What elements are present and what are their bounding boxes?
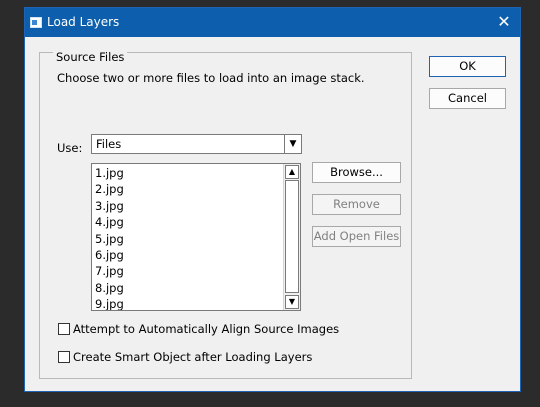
dialog-title: Load Layers	[47, 15, 120, 29]
file-list-item[interactable]: 6.jpg	[94, 247, 286, 263]
source-files-legend: Source Files	[53, 50, 128, 64]
source-files-hint: Choose two or more files to load into an…	[57, 71, 365, 85]
add-open-files-button[interactable]: Add Open Files	[312, 226, 401, 247]
auto-align-label[interactable]: Attempt to Automatically Align Source Im…	[73, 322, 339, 336]
smart-object-label[interactable]: Create Smart Object after Loading Layers	[73, 350, 312, 364]
smart-object-checkbox[interactable]	[58, 351, 70, 363]
file-list-item[interactable]: 7.jpg	[94, 263, 286, 279]
file-list-item[interactable]: 4.jpg	[94, 214, 286, 230]
scroll-down-arrow-icon[interactable]: ▼	[285, 295, 299, 309]
auto-align-checkbox[interactable]	[58, 323, 70, 335]
scroll-up-arrow-icon[interactable]: ▲	[285, 165, 299, 179]
chevron-down-icon[interactable]: ▼	[284, 135, 301, 153]
file-list-item[interactable]: 1.jpg	[94, 165, 286, 181]
use-dropdown-value: Files	[96, 137, 122, 151]
use-dropdown[interactable]: Files ▼	[91, 134, 302, 154]
file-list[interactable]: 1.jpg 2.jpg 3.jpg 4.jpg 5.jpg 6.jpg 7.jpg 8.jpg…	[91, 163, 301, 311]
file-list-item[interactable]: 3.jpg	[94, 198, 286, 214]
file-list-scrollbar[interactable]: ▲ ▼	[283, 164, 300, 310]
file-list-item[interactable]: 2.jpg	[94, 181, 286, 197]
use-label: Use:	[57, 141, 83, 155]
load-layers-dialog: Load Layers ✕ Source Files Choose two or…	[24, 7, 521, 392]
file-list-item[interactable]: 9.jpg	[94, 296, 286, 310]
ok-button[interactable]: OK	[429, 56, 506, 77]
file-list-item[interactable]: 5.jpg	[94, 231, 286, 247]
remove-button[interactable]: Remove	[312, 194, 401, 215]
scrollbar-thumb[interactable]	[285, 180, 299, 293]
file-list-items: 1.jpg 2.jpg 3.jpg 4.jpg 5.jpg 6.jpg 7.jpg 8.jpg…	[94, 165, 286, 310]
cancel-button[interactable]: Cancel	[429, 88, 506, 109]
browse-button[interactable]: Browse...	[312, 162, 401, 183]
title-bar[interactable]: Load Layers ✕	[25, 8, 520, 37]
file-list-item[interactable]: 8.jpg	[94, 280, 286, 296]
app-icon	[30, 17, 42, 28]
close-icon[interactable]: ✕	[494, 11, 514, 33]
